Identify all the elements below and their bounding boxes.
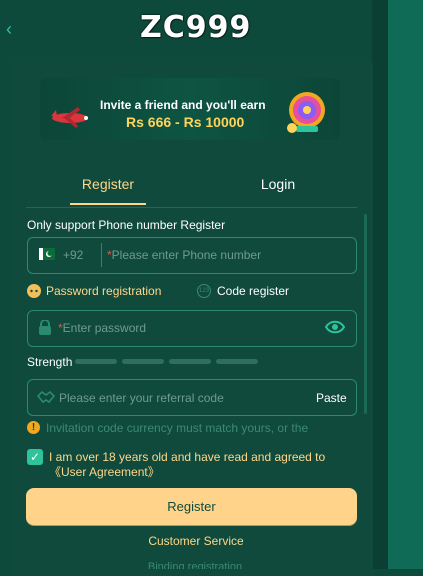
password-registration-option[interactable]: Password registration [46, 284, 161, 298]
banner-amount: Rs 666 - Rs 10000 [126, 114, 245, 130]
logo: ZC999 [140, 10, 250, 50]
register-button[interactable]: Register [26, 488, 357, 525]
currency-notice: Invitation code currency must match your… [46, 421, 309, 435]
phone-placeholder: Please enter Phone number [111, 248, 262, 262]
strength-segment [216, 359, 258, 364]
user-agreement-link[interactable]: 《User Agreement》 [49, 465, 160, 479]
code-register-option[interactable]: Code register [217, 284, 289, 298]
strength-segment [122, 359, 164, 364]
logo-text: ZC999 [140, 10, 252, 45]
lock-icon [39, 320, 51, 335]
password-input[interactable]: *Enter password [58, 321, 146, 335]
scrollbar[interactable] [364, 214, 367, 414]
strength-segment [75, 359, 117, 364]
agreement-checkbox[interactable]: ✓ [27, 449, 43, 465]
code-method-icon[interactable]: 123 [197, 284, 211, 298]
handshake-icon [37, 390, 55, 404]
eye-icon[interactable] [325, 319, 345, 335]
strength-segment [169, 359, 211, 364]
referral-input[interactable]: Please enter your referral code [59, 391, 224, 405]
warning-icon: ! [27, 421, 40, 434]
banner-title: Invite a friend and you'll earn [100, 98, 266, 112]
agreement-statement: I am over 18 years old and have read and… [49, 450, 326, 464]
dots-icon [30, 289, 38, 293]
side-shadow [372, 0, 388, 569]
prize-wheel-icon [287, 92, 325, 133]
tab-register[interactable]: Register [60, 176, 156, 198]
phone-input[interactable]: *Please enter Phone number [107, 248, 261, 262]
support-note: Only support Phone number Register [27, 218, 226, 232]
agreement-text: I am over 18 years old and have read and… [49, 450, 359, 480]
password-method-icon[interactable] [27, 284, 41, 298]
chevron-left-icon[interactable]: ‹ [6, 18, 22, 40]
country-code[interactable]: +92 [63, 248, 83, 262]
side-panel [388, 0, 423, 569]
paste-button[interactable]: Paste [316, 391, 347, 405]
strength-label: Strength [27, 355, 73, 369]
customer-service-link[interactable]: Customer Service [146, 534, 246, 548]
active-tab-indicator [70, 203, 146, 205]
binding-registration-link[interactable]: Binding registration [140, 561, 250, 569]
password-placeholder: Enter password [62, 321, 147, 335]
tab-divider [26, 207, 357, 208]
pakistan-flag-icon [39, 248, 55, 260]
phone-field-divider [101, 243, 102, 267]
tab-login[interactable]: Login [228, 176, 328, 198]
plane-icon [51, 107, 88, 128]
